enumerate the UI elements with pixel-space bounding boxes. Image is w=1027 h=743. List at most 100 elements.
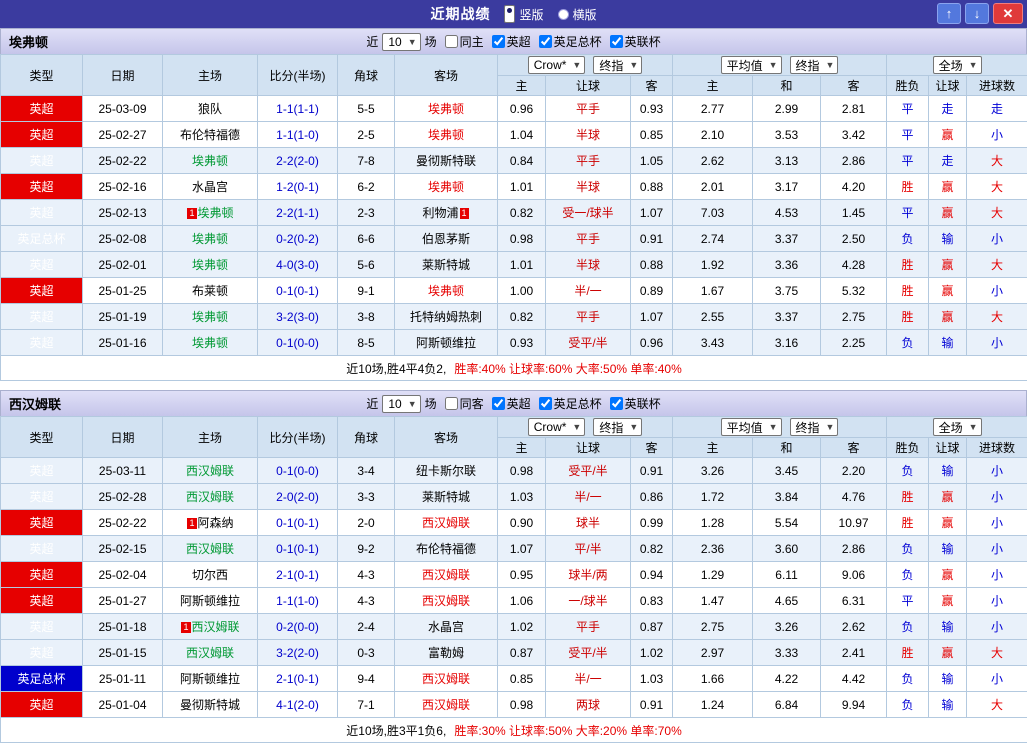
away-team-name: 西汉姆联 xyxy=(422,672,470,686)
col-header-date: 日期 xyxy=(83,417,163,458)
same-away-checkbox[interactable] xyxy=(445,397,458,410)
result-goals: 大 xyxy=(967,640,1027,666)
fa-cup-label: 英足总杯 xyxy=(554,33,602,50)
final-odds-value: 终指 xyxy=(599,57,623,74)
col-header-avg-draw: 和 xyxy=(753,438,821,458)
result-handicap: 走 xyxy=(929,148,967,174)
efl-cup-checkbox[interactable] xyxy=(610,35,623,48)
fulltime-group-header: 全场▼ xyxy=(887,417,1027,438)
avg-home-odds: 1.47 xyxy=(673,588,753,614)
home-team-name: 西汉姆联 xyxy=(192,620,240,634)
match-count-select[interactable]: 10▼ xyxy=(382,395,420,413)
result-goals: 小 xyxy=(967,278,1027,304)
scroll-up-button[interactable]: ↑ xyxy=(937,3,961,24)
average-select[interactable]: 平均值▼ xyxy=(721,418,782,436)
handicap-cell: 半球 xyxy=(546,122,631,148)
odds-away: 1.05 xyxy=(631,148,673,174)
avg-draw-odds: 5.54 xyxy=(753,510,821,536)
odds-away: 0.94 xyxy=(631,562,673,588)
close-button[interactable]: ✕ xyxy=(993,3,1023,24)
match-count-select[interactable]: 10▼ xyxy=(382,33,420,51)
away-team-name: 莱斯特城 xyxy=(422,258,470,272)
home-team-name: 布莱顿 xyxy=(192,284,228,298)
epl-checkbox[interactable] xyxy=(492,397,505,410)
final-odds-select2[interactable]: 终指▼ xyxy=(790,56,839,74)
same-home-checkbox[interactable] xyxy=(445,35,458,48)
final-odds-select[interactable]: 终指▼ xyxy=(593,56,642,74)
result-winlose: 胜 xyxy=(887,278,929,304)
final-odds-select[interactable]: 终指▼ xyxy=(593,418,642,436)
bookmaker-value: Crow* xyxy=(534,58,567,72)
result-winlose: 负 xyxy=(887,614,929,640)
odds-home: 0.96 xyxy=(498,96,546,122)
avg-home-odds: 2.36 xyxy=(673,536,753,562)
result-winlose: 胜 xyxy=(887,510,929,536)
team-section-header: 西汉姆联 近 10▼ 场 同客 英超 英足总杯 英联杯 xyxy=(0,390,1027,416)
odds-home: 0.82 xyxy=(498,200,546,226)
result-handicap: 赢 xyxy=(929,304,967,330)
filter-efl-cup[interactable]: 英联杯 xyxy=(606,33,661,50)
league-badge: 英超 xyxy=(1,304,83,330)
corner-cell: 3-4 xyxy=(338,458,395,484)
col-header-avg-away: 客 xyxy=(821,76,887,96)
away-team-cell: 西汉姆联 xyxy=(395,588,498,614)
avg-draw-odds: 4.65 xyxy=(753,588,821,614)
score-cell: 2-2(1-1) xyxy=(258,200,338,226)
league-badge: 英足总杯 xyxy=(1,666,83,692)
bookmaker-select[interactable]: Crow*▼ xyxy=(528,418,586,436)
scroll-down-button[interactable]: ↓ xyxy=(965,3,989,24)
result-winlose: 胜 xyxy=(887,484,929,510)
league-badge: 英超 xyxy=(1,692,83,718)
away-team-cell: 曼彻斯特联 xyxy=(395,148,498,174)
filter-league-epl[interactable]: 英超 xyxy=(488,395,531,412)
chevron-down-icon: ▼ xyxy=(629,422,638,432)
score-cell: 2-1(0-1) xyxy=(258,562,338,588)
result-winlose: 负 xyxy=(887,692,929,718)
efl-cup-checkbox[interactable] xyxy=(610,397,623,410)
away-team-name: 埃弗顿 xyxy=(428,180,464,194)
avg-draw-odds: 3.16 xyxy=(753,330,821,356)
epl-label: 英超 xyxy=(507,33,531,50)
filter-league-epl[interactable]: 英超 xyxy=(488,33,531,50)
match-row: 英足总杯 25-01-11 阿斯顿维拉 2-1(0-1) 9-4 西汉姆联 0.… xyxy=(1,666,1027,692)
match-date: 25-01-04 xyxy=(83,692,163,718)
fulltime-select[interactable]: 全场▼ xyxy=(933,56,982,74)
match-row: 英超 25-01-27 阿斯顿维拉 1-1(1-0) 4-3 西汉姆联 1.06… xyxy=(1,588,1027,614)
home-team-name: 埃弗顿 xyxy=(192,232,228,246)
odds-away: 0.96 xyxy=(631,330,673,356)
filter-fa-cup[interactable]: 英足总杯 xyxy=(535,395,602,412)
radio-horizontal-layout[interactable]: 横版 xyxy=(558,6,597,23)
bookmaker-select[interactable]: Crow*▼ xyxy=(528,56,586,74)
filter-same-away[interactable]: 同客 xyxy=(441,395,484,412)
avg-away-odds: 2.81 xyxy=(821,96,887,122)
avg-home-odds: 1.66 xyxy=(673,666,753,692)
filter-same-home[interactable]: 同主 xyxy=(441,33,484,50)
league-badge: 英超 xyxy=(1,510,83,536)
average-select[interactable]: 平均值▼ xyxy=(721,56,782,74)
avg-draw-odds: 3.26 xyxy=(753,614,821,640)
score-cell: 3-2(2-0) xyxy=(258,640,338,666)
col-header-handicap: 让球 xyxy=(546,76,631,96)
fulltime-select[interactable]: 全场▼ xyxy=(933,418,982,436)
final-odds-select2[interactable]: 终指▼ xyxy=(790,418,839,436)
fa-cup-checkbox[interactable] xyxy=(539,35,552,48)
corner-cell: 7-1 xyxy=(338,692,395,718)
odds-home: 1.06 xyxy=(498,588,546,614)
epl-checkbox[interactable] xyxy=(492,35,505,48)
avg-away-odds: 9.94 xyxy=(821,692,887,718)
result-handicap: 输 xyxy=(929,330,967,356)
recent-results-table: 类型 日期 主场 比分(半场) 角球 客场 Crow*▼ 终指▼ 平均值▼ 终指… xyxy=(0,416,1027,743)
home-team-name: 西汉姆联 xyxy=(186,490,234,504)
match-date: 25-02-28 xyxy=(83,484,163,510)
corner-cell: 8-5 xyxy=(338,330,395,356)
score-cell: 2-1(0-1) xyxy=(258,666,338,692)
filter-efl-cup[interactable]: 英联杯 xyxy=(606,395,661,412)
radio-vertical-layout[interactable]: 竖版 xyxy=(504,5,543,23)
radio-vertical-label: 竖版 xyxy=(519,6,543,23)
col-header-away: 客场 xyxy=(395,417,498,458)
filter-fa-cup[interactable]: 英足总杯 xyxy=(535,33,602,50)
avg-home-odds: 2.01 xyxy=(673,174,753,200)
down-arrow-icon: ↓ xyxy=(974,6,981,21)
fa-cup-checkbox[interactable] xyxy=(539,397,552,410)
chevron-down-icon: ▼ xyxy=(408,37,417,47)
